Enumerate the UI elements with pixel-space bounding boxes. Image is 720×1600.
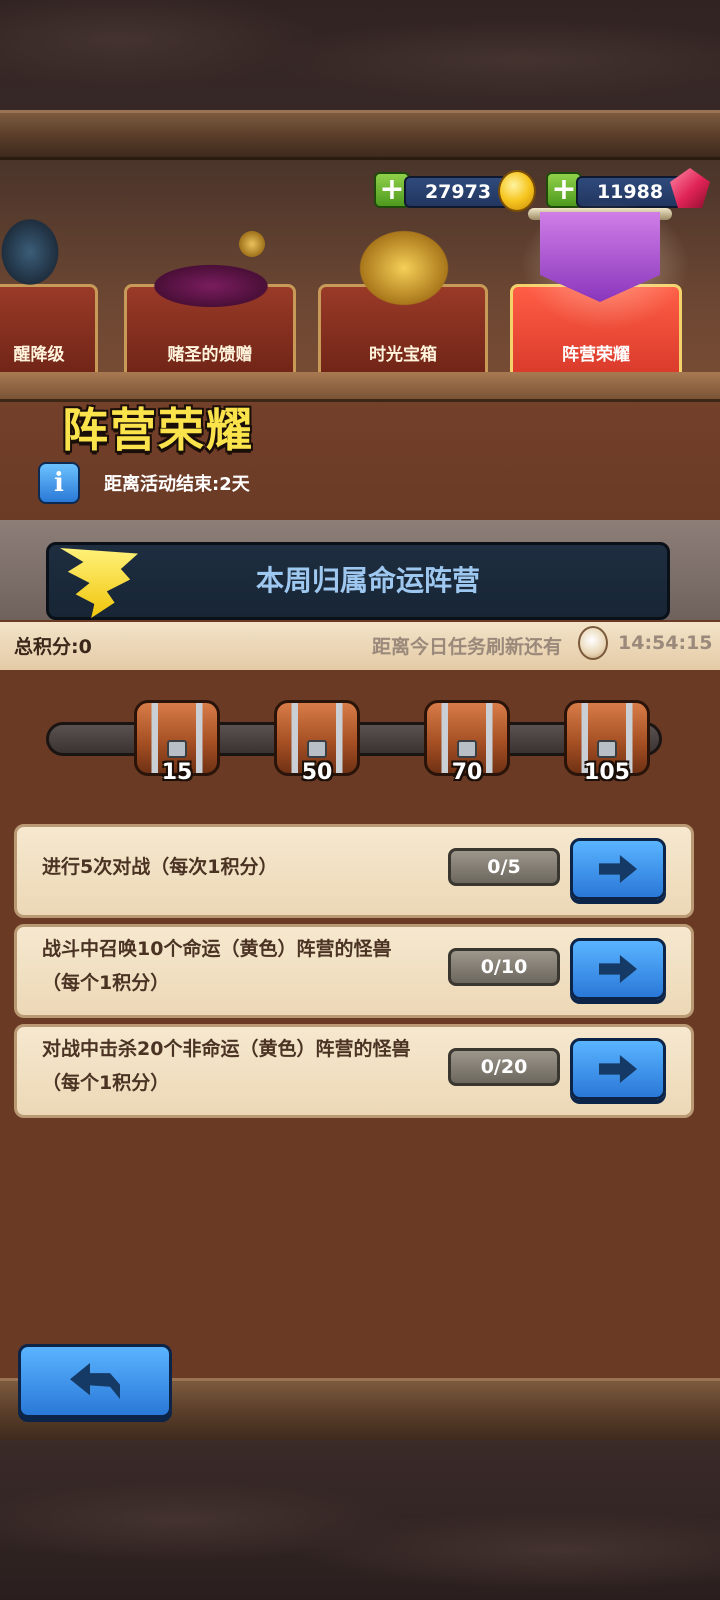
task-description: 对战中击杀20个非命运（黄色）阵营的怪兽（每个1积分） xyxy=(42,1038,411,1094)
task-description: 进行5次对战（每次1积分） xyxy=(42,856,278,878)
task-description: 战斗中召唤10个命运（黄色）阵营的怪兽（每个1积分） xyxy=(42,938,392,994)
lock-icon xyxy=(167,740,187,758)
total-score: 总积分:0 xyxy=(14,636,92,658)
event-title: 阵营荣耀 xyxy=(62,403,254,457)
task-progress: 0/5 xyxy=(448,848,560,886)
milestone-label: 15 xyxy=(161,760,193,785)
faction-banner-text: 本周归属命运阵营 xyxy=(255,564,480,597)
milestone-label: 50 xyxy=(301,760,333,785)
task-go-button[interactable] xyxy=(570,838,666,900)
event-end-countdown: 距离活动结束:2天 xyxy=(104,474,250,495)
lock-icon xyxy=(307,740,327,758)
top-wood-beam xyxy=(0,110,720,160)
task-go-button[interactable] xyxy=(570,1038,666,1100)
tab-label: 赌圣的馈赠 xyxy=(167,345,253,365)
arrow-right-icon xyxy=(599,955,637,983)
arrow-right-icon xyxy=(599,1055,637,1083)
milestone-label: 70 xyxy=(451,760,483,785)
tab-label: 时光宝箱 xyxy=(369,345,437,365)
plus-icon: + xyxy=(379,172,405,207)
tab-label: 阵营荣耀 xyxy=(562,345,630,365)
refresh-label: 距离今日任务刷新还有 xyxy=(372,636,563,658)
back-button[interactable] xyxy=(18,1344,172,1418)
refresh-timer: 14:54:15 xyxy=(618,632,713,654)
lock-icon xyxy=(597,740,617,758)
treasure-chest-icon xyxy=(332,212,482,324)
milestone-label: 105 xyxy=(584,760,630,785)
info-icon: i xyxy=(54,468,64,498)
score-band xyxy=(0,622,720,670)
golden-key-icon xyxy=(136,214,286,310)
arrow-right-icon xyxy=(599,855,637,883)
back-arrow-icon xyxy=(70,1363,120,1399)
clock-icon xyxy=(578,626,608,660)
task-progress: 0/10 xyxy=(448,948,560,986)
tab-label: 醒降级 xyxy=(13,345,65,365)
lock-icon xyxy=(457,740,477,758)
task-progress: 0/20 xyxy=(448,1048,560,1086)
task-go-button[interactable] xyxy=(570,938,666,1000)
info-button[interactable]: i xyxy=(38,462,80,504)
bottom-vine-background xyxy=(0,1440,720,1600)
dragon-icon xyxy=(0,200,82,300)
gold-amount: 27973 xyxy=(404,176,512,208)
